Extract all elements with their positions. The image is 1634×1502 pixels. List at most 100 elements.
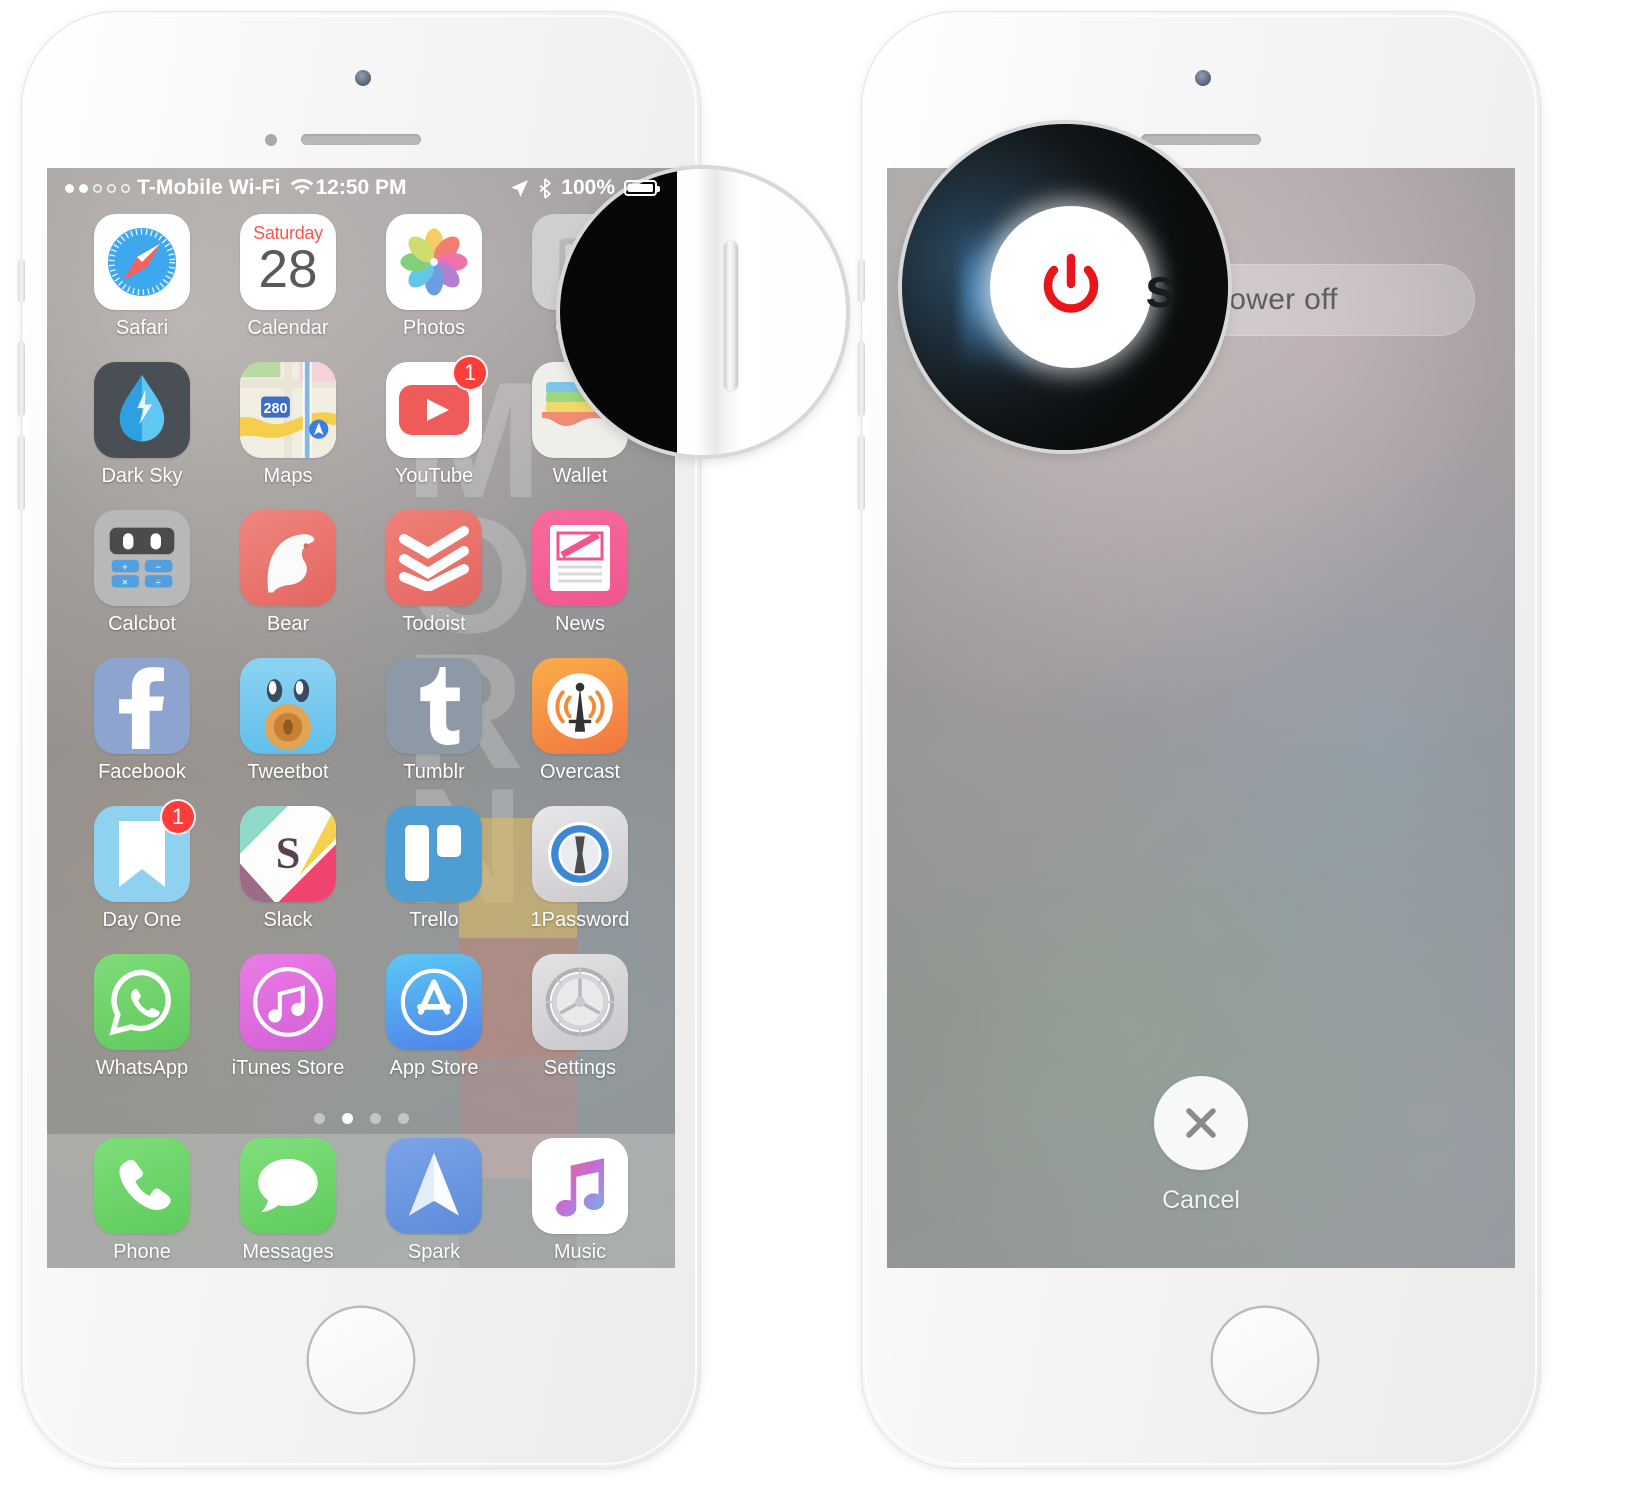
todoist-icon <box>386 510 482 606</box>
svg-text:280: 280 <box>264 401 288 417</box>
app-icon-dark-sky[interactable]: Dark Sky <box>69 362 215 488</box>
power-symbol-icon <box>1043 253 1099 313</box>
earpiece-speaker <box>301 134 421 145</box>
app-icon-news[interactable]: News <box>507 510 653 636</box>
app-label: Safari <box>115 317 169 339</box>
app-icon-tweetbot[interactable]: Tweetbot <box>215 658 361 784</box>
svg-text:S: S <box>276 828 301 877</box>
app-icon-photos[interactable]: Photos <box>361 214 507 340</box>
calendar-icon: Saturday 28 <box>240 214 336 310</box>
page-dot[interactable] <box>313 1113 325 1124</box>
app-icon-todoist[interactable]: Todoist <box>361 510 507 636</box>
app-label: Wallet <box>552 465 608 487</box>
calendar-day: 28 <box>258 240 318 299</box>
app-label: Calendar <box>247 317 329 339</box>
volume-down-button[interactable] <box>18 436 25 510</box>
app-label: iTunes Store <box>231 1057 345 1079</box>
power-knob[interactable] <box>990 206 1152 368</box>
dock-item-messages[interactable]: Messages <box>215 1138 361 1264</box>
magnified-screen-edge <box>560 169 677 455</box>
cancel-label: Cancel <box>1162 1186 1240 1214</box>
dock-item-music[interactable]: Music <box>507 1138 653 1264</box>
app-icon-whatsapp[interactable]: WhatsApp <box>69 954 215 1080</box>
1password-icon <box>532 806 628 902</box>
app-icon-bear[interactable]: Bear <box>215 510 361 636</box>
app-icon-tumblr[interactable]: Tumblr <box>361 658 507 784</box>
app-label: Dark Sky <box>101 465 183 487</box>
app-label: WhatsApp <box>95 1057 189 1079</box>
proximity-sensor <box>265 134 277 146</box>
page-indicator-dots[interactable] <box>47 1113 675 1124</box>
app-icon-maps[interactable]: 280 Maps <box>215 362 361 488</box>
magnified-device-back <box>743 169 846 455</box>
volume-down-button[interactable] <box>858 436 865 510</box>
app-icon-trello[interactable]: Trello <box>361 806 507 932</box>
app-label: Maps <box>263 465 313 487</box>
facebook-icon <box>94 658 190 754</box>
app-label: Overcast <box>539 761 621 783</box>
app-label: Slack <box>263 909 313 931</box>
location-arrow-icon <box>510 179 529 198</box>
app-label: App Store <box>389 1057 479 1079</box>
app-icon-overcast[interactable]: Overcast <box>507 658 653 784</box>
page-dot[interactable] <box>397 1113 409 1124</box>
app-label: Tweetbot <box>247 761 329 783</box>
dock-label: Phone <box>113 1241 171 1263</box>
app-icon-slack[interactable]: S Slack <box>215 806 361 932</box>
dock-item-phone[interactable]: Phone <box>69 1138 215 1264</box>
app-label: Photos <box>402 317 466 339</box>
magnified-slider-letter: s <box>1145 256 1177 319</box>
app-icon-calcbot[interactable]: + − × ÷ Calcbot <box>69 510 215 636</box>
photos-icon <box>386 214 482 310</box>
app-icon-youtube[interactable]: 1 YouTube <box>361 355 507 488</box>
tumblr-icon <box>386 658 482 754</box>
app-label: Bear <box>266 613 310 635</box>
page-dot-active[interactable] <box>341 1113 353 1124</box>
power-slider-magnifier: s <box>902 124 1228 450</box>
dock-label: Messages <box>242 1241 334 1263</box>
app-icon-facebook[interactable]: Facebook <box>69 658 215 784</box>
app-icon-day-one[interactable]: 1 Day One <box>69 799 215 932</box>
status-right-group: 100% <box>510 176 660 200</box>
home-button-left[interactable] <box>309 1308 413 1412</box>
trello-icon <box>386 806 482 902</box>
app-label: YouTube <box>394 465 474 487</box>
dock: Phone Messages Spark Music <box>47 1134 675 1268</box>
app-label: Tumblr <box>403 761 465 783</box>
app-icon-safari[interactable]: Safari <box>69 214 215 340</box>
mute-switch[interactable] <box>18 260 25 302</box>
app-label: 1Password <box>530 909 630 931</box>
app-icon-1password[interactable]: 1Password <box>507 806 653 932</box>
dock-label: Spark <box>407 1241 461 1263</box>
svg-text:÷: ÷ <box>155 578 161 589</box>
volume-up-button[interactable] <box>18 342 25 416</box>
dock-item-spark[interactable]: Spark <box>361 1138 507 1264</box>
volume-up-button[interactable] <box>858 342 865 416</box>
page-dot[interactable] <box>369 1113 381 1124</box>
app-icon-settings[interactable]: Settings <box>507 954 653 1080</box>
safari-icon <box>94 214 190 310</box>
app-label: Trello <box>409 909 459 931</box>
whatsapp-icon <box>94 954 190 1050</box>
close-x-icon[interactable] <box>1154 1076 1248 1170</box>
app-icon-calendar[interactable]: Saturday 28 Calendar <box>215 214 361 340</box>
bear-icon <box>240 510 336 606</box>
svg-text:−: − <box>155 562 161 573</box>
app-label: Day One <box>102 909 182 931</box>
front-camera <box>1195 70 1211 86</box>
messages-icon <box>240 1138 336 1234</box>
front-camera <box>355 70 371 86</box>
app-badge: 1 <box>160 799 196 835</box>
app-badge: 1 <box>452 355 488 391</box>
home-button-right[interactable] <box>1213 1308 1317 1412</box>
spark-icon <box>386 1138 482 1234</box>
mute-switch[interactable] <box>858 260 865 302</box>
app-icon-itunes-store[interactable]: iTunes Store <box>215 954 361 1080</box>
app-icon-app-store[interactable]: App Store <box>361 954 507 1080</box>
news-icon <box>532 510 628 606</box>
sleep-wake-button[interactable] <box>724 241 738 391</box>
sleep-wake-button-magnifier <box>560 169 846 455</box>
cancel-button[interactable]: Cancel <box>887 1076 1515 1215</box>
app-label: News <box>554 613 605 635</box>
dock-label: Music <box>553 1241 607 1263</box>
